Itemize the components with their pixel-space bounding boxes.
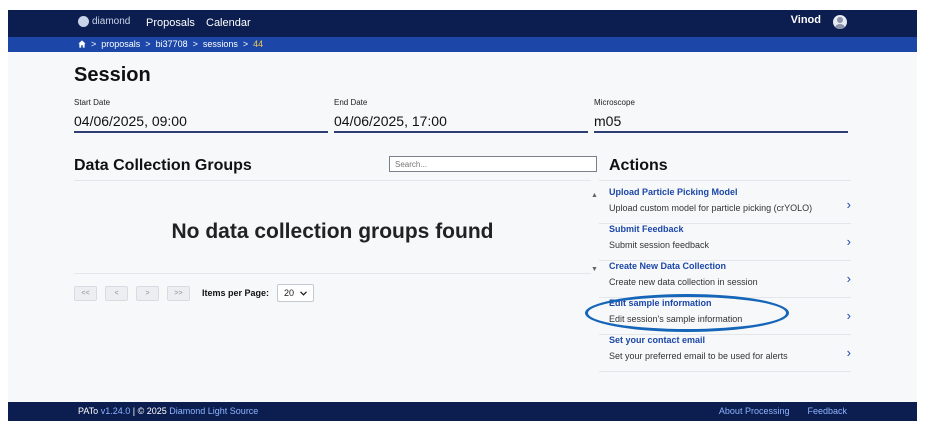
first-page-button[interactable]: << — [74, 285, 97, 301]
breadcrumb-sessions[interactable]: sessions — [203, 39, 238, 49]
footer-feedback-link[interactable]: Feedback — [807, 406, 847, 416]
breadcrumb-proposal-id[interactable]: bi37708 — [156, 39, 188, 49]
footer-copyright: | © 2025 — [132, 406, 167, 416]
footer-org-link[interactable]: Diamond Light Source — [169, 406, 258, 416]
user-name[interactable]: Vinod — [791, 14, 821, 26]
microscope-label: Microscope — [594, 98, 635, 107]
action-title[interactable]: Set your contact email — [609, 335, 705, 345]
dcg-bottom-divider — [74, 273, 591, 274]
pagination: << < > >> Items per Page: 20 — [74, 284, 315, 302]
actions-title: Actions — [609, 157, 668, 174]
nav-proposals[interactable]: Proposals — [146, 17, 195, 29]
footer-links: About Processing Feedback — [719, 406, 847, 416]
chevron-down-icon — [300, 290, 308, 296]
action-set-contact-email[interactable]: Set your contact email Set your preferre… — [599, 335, 851, 372]
end-date-field: End Date 04/06/2025, 17:00 — [334, 98, 588, 133]
diamond-logo[interactable]: diamond — [78, 16, 130, 27]
action-upload-particle-model[interactable]: ▲ Upload Particle Picking Model Upload c… — [591, 187, 851, 224]
action-description: Set your preferred email to be used for … — [609, 351, 788, 361]
items-per-page-value: 20 — [284, 288, 295, 298]
breadcrumb-separator: > — [91, 39, 97, 49]
microscope-field: Microscope m05 — [594, 98, 848, 133]
breadcrumb-bar: > proposals > bi37708 > sessions > 44 — [8, 37, 917, 52]
start-date-label: Start Date — [74, 98, 111, 107]
next-page-button[interactable]: > — [136, 285, 159, 301]
dcg-divider — [74, 180, 591, 181]
user-avatar-icon[interactable] — [833, 15, 847, 29]
diamond-logo-icon — [78, 16, 89, 27]
action-title[interactable]: Create New Data Collection — [609, 261, 726, 271]
caret-up-icon: ▲ — [591, 192, 598, 199]
app-frame: diamond Proposals Calendar Vinod > propo… — [8, 10, 917, 421]
breadcrumb-separator: > — [145, 39, 151, 49]
chevron-right-icon[interactable]: › — [847, 234, 851, 249]
breadcrumb-proposals[interactable]: proposals — [101, 39, 140, 49]
breadcrumb: > proposals > bi37708 > sessions > 44 — [78, 39, 263, 49]
breadcrumb-current: 44 — [253, 39, 264, 49]
chevron-right-icon[interactable]: › — [847, 308, 851, 323]
actions-divider — [599, 180, 851, 181]
dcg-title: Data Collection Groups — [74, 157, 252, 174]
items-per-page-label: Items per Page: — [202, 288, 270, 298]
end-date-label: End Date — [334, 98, 368, 107]
start-date-value: 04/06/2025, 09:00 — [74, 109, 328, 133]
action-description: Submit session feedback — [609, 240, 710, 250]
action-edit-sample-information[interactable]: Edit sample information Edit session's s… — [599, 298, 851, 335]
logo-text: diamond — [92, 16, 131, 27]
actions-list: ▲ Upload Particle Picking Model Upload c… — [591, 187, 851, 372]
chevron-right-icon[interactable]: › — [847, 197, 851, 212]
footer-version: PATo v1.24.0 | © 2025 Diamond Light Sour… — [78, 406, 258, 416]
footer: PATo v1.24.0 | © 2025 Diamond Light Sour… — [8, 402, 917, 421]
home-icon[interactable] — [78, 40, 86, 48]
prev-page-button[interactable]: < — [105, 285, 128, 301]
action-description: Edit session's sample information — [609, 314, 743, 324]
action-title[interactable]: Edit sample information — [609, 298, 712, 308]
last-page-button[interactable]: >> — [167, 285, 190, 301]
nav-calendar[interactable]: Calendar — [206, 17, 251, 29]
footer-about-link[interactable]: About Processing — [719, 406, 790, 416]
items-per-page-select[interactable]: 20 — [277, 284, 315, 302]
caret-down-icon: ▼ — [591, 266, 598, 273]
start-date-field: Start Date 04/06/2025, 09:00 — [74, 98, 328, 133]
action-title[interactable]: Submit Feedback — [609, 224, 684, 234]
microscope-value: m05 — [594, 109, 848, 133]
end-date-value: 04/06/2025, 17:00 — [334, 109, 588, 133]
action-title[interactable]: Upload Particle Picking Model — [609, 187, 738, 197]
chevron-right-icon[interactable]: › — [847, 271, 851, 286]
action-submit-feedback[interactable]: Submit Feedback Submit session feedback … — [599, 224, 851, 261]
footer-product: PATo — [78, 406, 99, 416]
breadcrumb-separator: > — [192, 39, 198, 49]
dcg-search-input[interactable] — [389, 156, 597, 172]
footer-version-number: v1.24.0 — [100, 406, 131, 416]
top-navbar: diamond Proposals Calendar Vinod — [8, 10, 917, 37]
empty-state-message: No data collection groups found — [171, 220, 494, 243]
breadcrumb-separator: > — [242, 39, 249, 49]
action-create-data-collection[interactable]: ▼ Create New Data Collection Create new … — [591, 261, 851, 298]
page-title: Session — [74, 64, 151, 86]
action-description: Upload custom model for particle picking… — [609, 203, 813, 213]
action-description: Create new data collection in session — [609, 277, 758, 287]
chevron-right-icon[interactable]: › — [847, 345, 851, 360]
